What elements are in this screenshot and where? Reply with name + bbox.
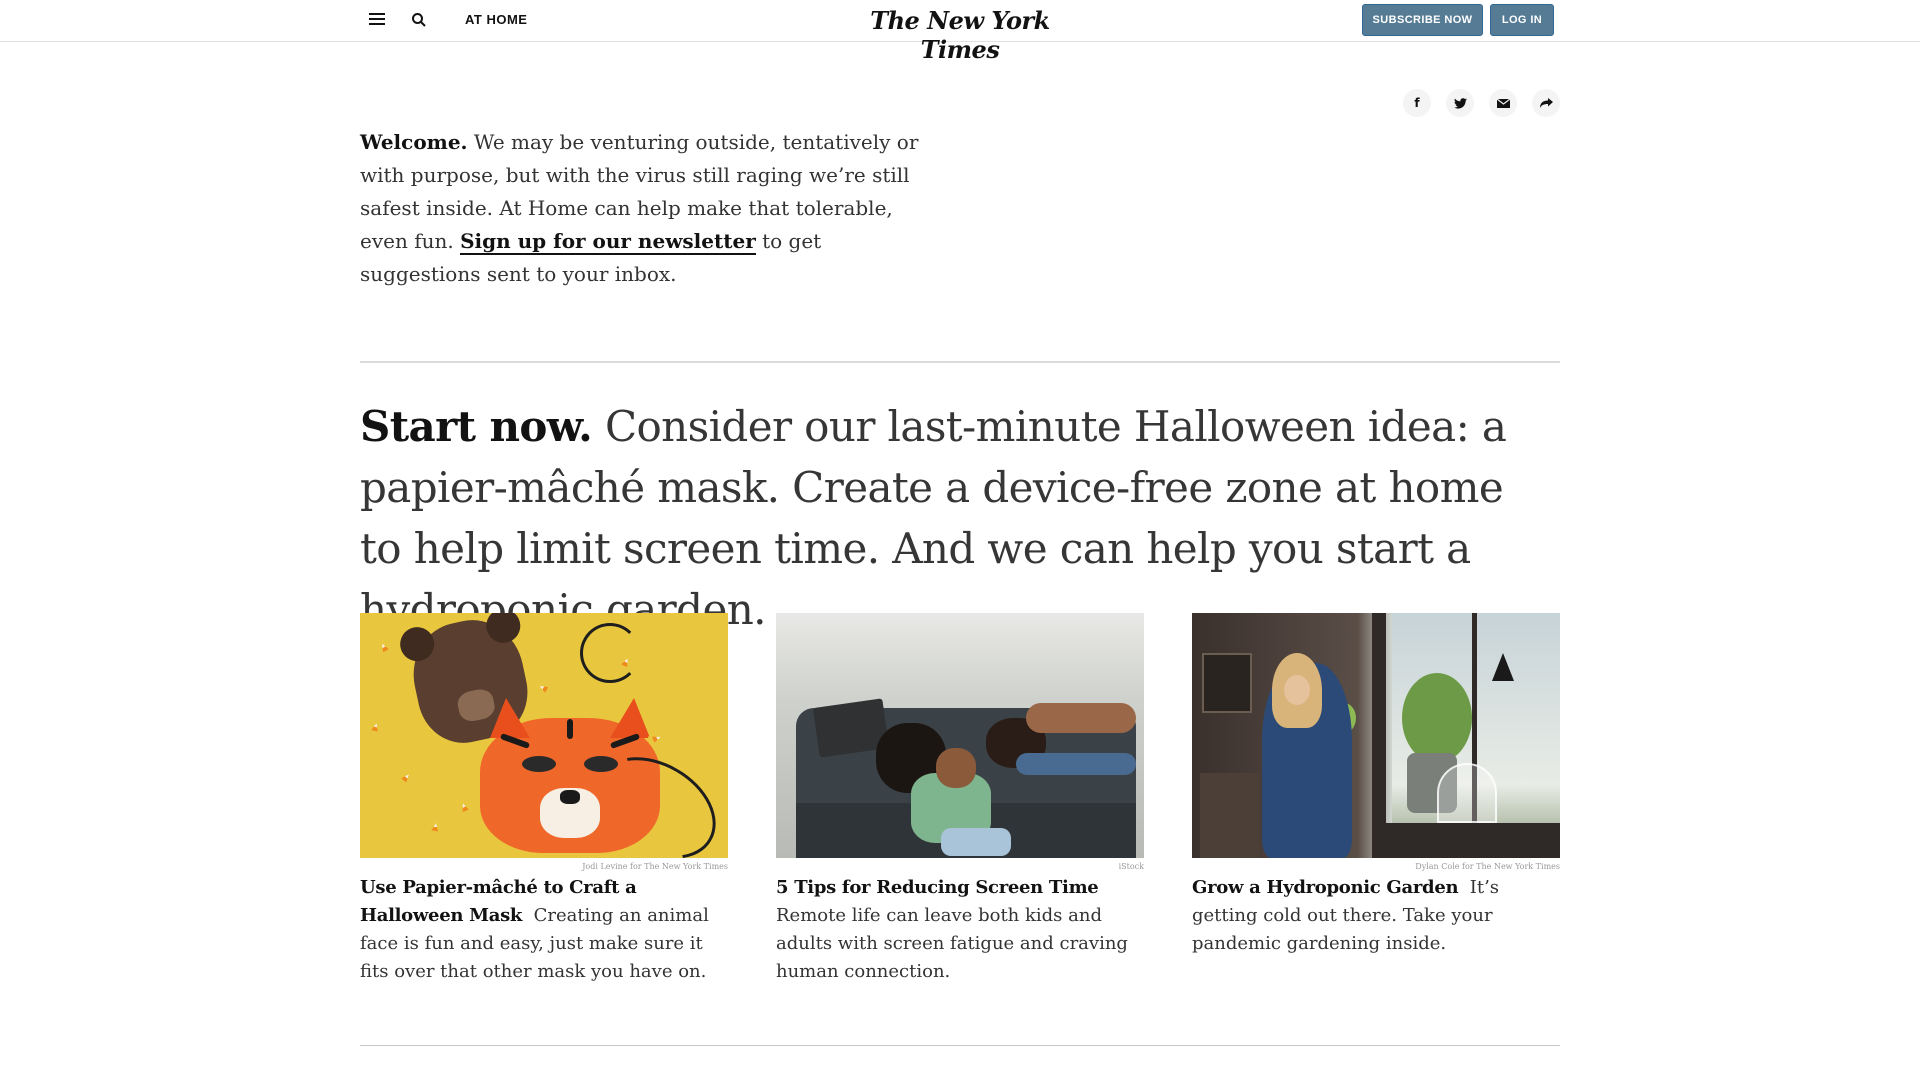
twitter-icon[interactable]: [1446, 89, 1474, 117]
share-toolbar: f: [1403, 89, 1560, 117]
feature-lead: Start now.: [360, 402, 593, 451]
card-halloween-mask[interactable]: Jodi Levine for The New York Times Use P…: [360, 613, 728, 986]
card-text: Grow a Hydroponic Garden It’s getting co…: [1192, 874, 1560, 958]
welcome-paragraph: Welcome. We may be venturing outside, te…: [360, 126, 940, 291]
facebook-icon[interactable]: f: [1403, 89, 1431, 117]
card-title[interactable]: Grow a Hydroponic Garden: [1192, 877, 1459, 898]
section-divider: [360, 361, 1560, 363]
site-logo[interactable]: The New York Times: [860, 6, 1060, 64]
search-icon[interactable]: [411, 12, 427, 28]
subscribe-button[interactable]: SUBSCRIBE NOW: [1362, 4, 1483, 36]
welcome-lead: Welcome.: [360, 130, 468, 154]
card-screen-time[interactable]: iStock 5 Tips for Reducing Screen Time R…: [776, 613, 1144, 986]
card-text: Use Papier-mâché to Craft a Halloween Ma…: [360, 874, 728, 986]
feature-headline: Start now. Consider our last-minute Hall…: [360, 396, 1510, 640]
newsletter-link[interactable]: Sign up for our newsletter: [460, 229, 756, 255]
login-button[interactable]: LOG IN: [1490, 4, 1554, 36]
photo-credit: Jodi Levine for The New York Times: [582, 862, 728, 871]
photo-credit: iStock: [1118, 862, 1144, 871]
top-bar: AT HOME The New York Times SUBSCRIBE NOW…: [0, 0, 1920, 64]
section-label[interactable]: AT HOME: [465, 12, 527, 27]
mask-photo[interactable]: [360, 613, 728, 858]
card-text: 5 Tips for Reducing Screen Time Remote l…: [776, 874, 1144, 986]
email-icon[interactable]: [1489, 89, 1517, 117]
share-arrow-icon[interactable]: [1532, 89, 1560, 117]
menu-icon[interactable]: [369, 13, 385, 27]
bottom-divider: [360, 1045, 1560, 1046]
card-title[interactable]: 5 Tips for Reducing Screen Time: [776, 877, 1099, 898]
garden-photo[interactable]: [1192, 613, 1560, 858]
card-summary: Remote life can leave both kids and adul…: [776, 905, 1128, 982]
photo-credit: Dylan Cole for The New York Times: [1415, 862, 1560, 871]
family-couch-photo[interactable]: [776, 613, 1144, 858]
card-hydroponic-garden[interactable]: Dylan Cole for The New York Times Grow a…: [1192, 613, 1560, 958]
